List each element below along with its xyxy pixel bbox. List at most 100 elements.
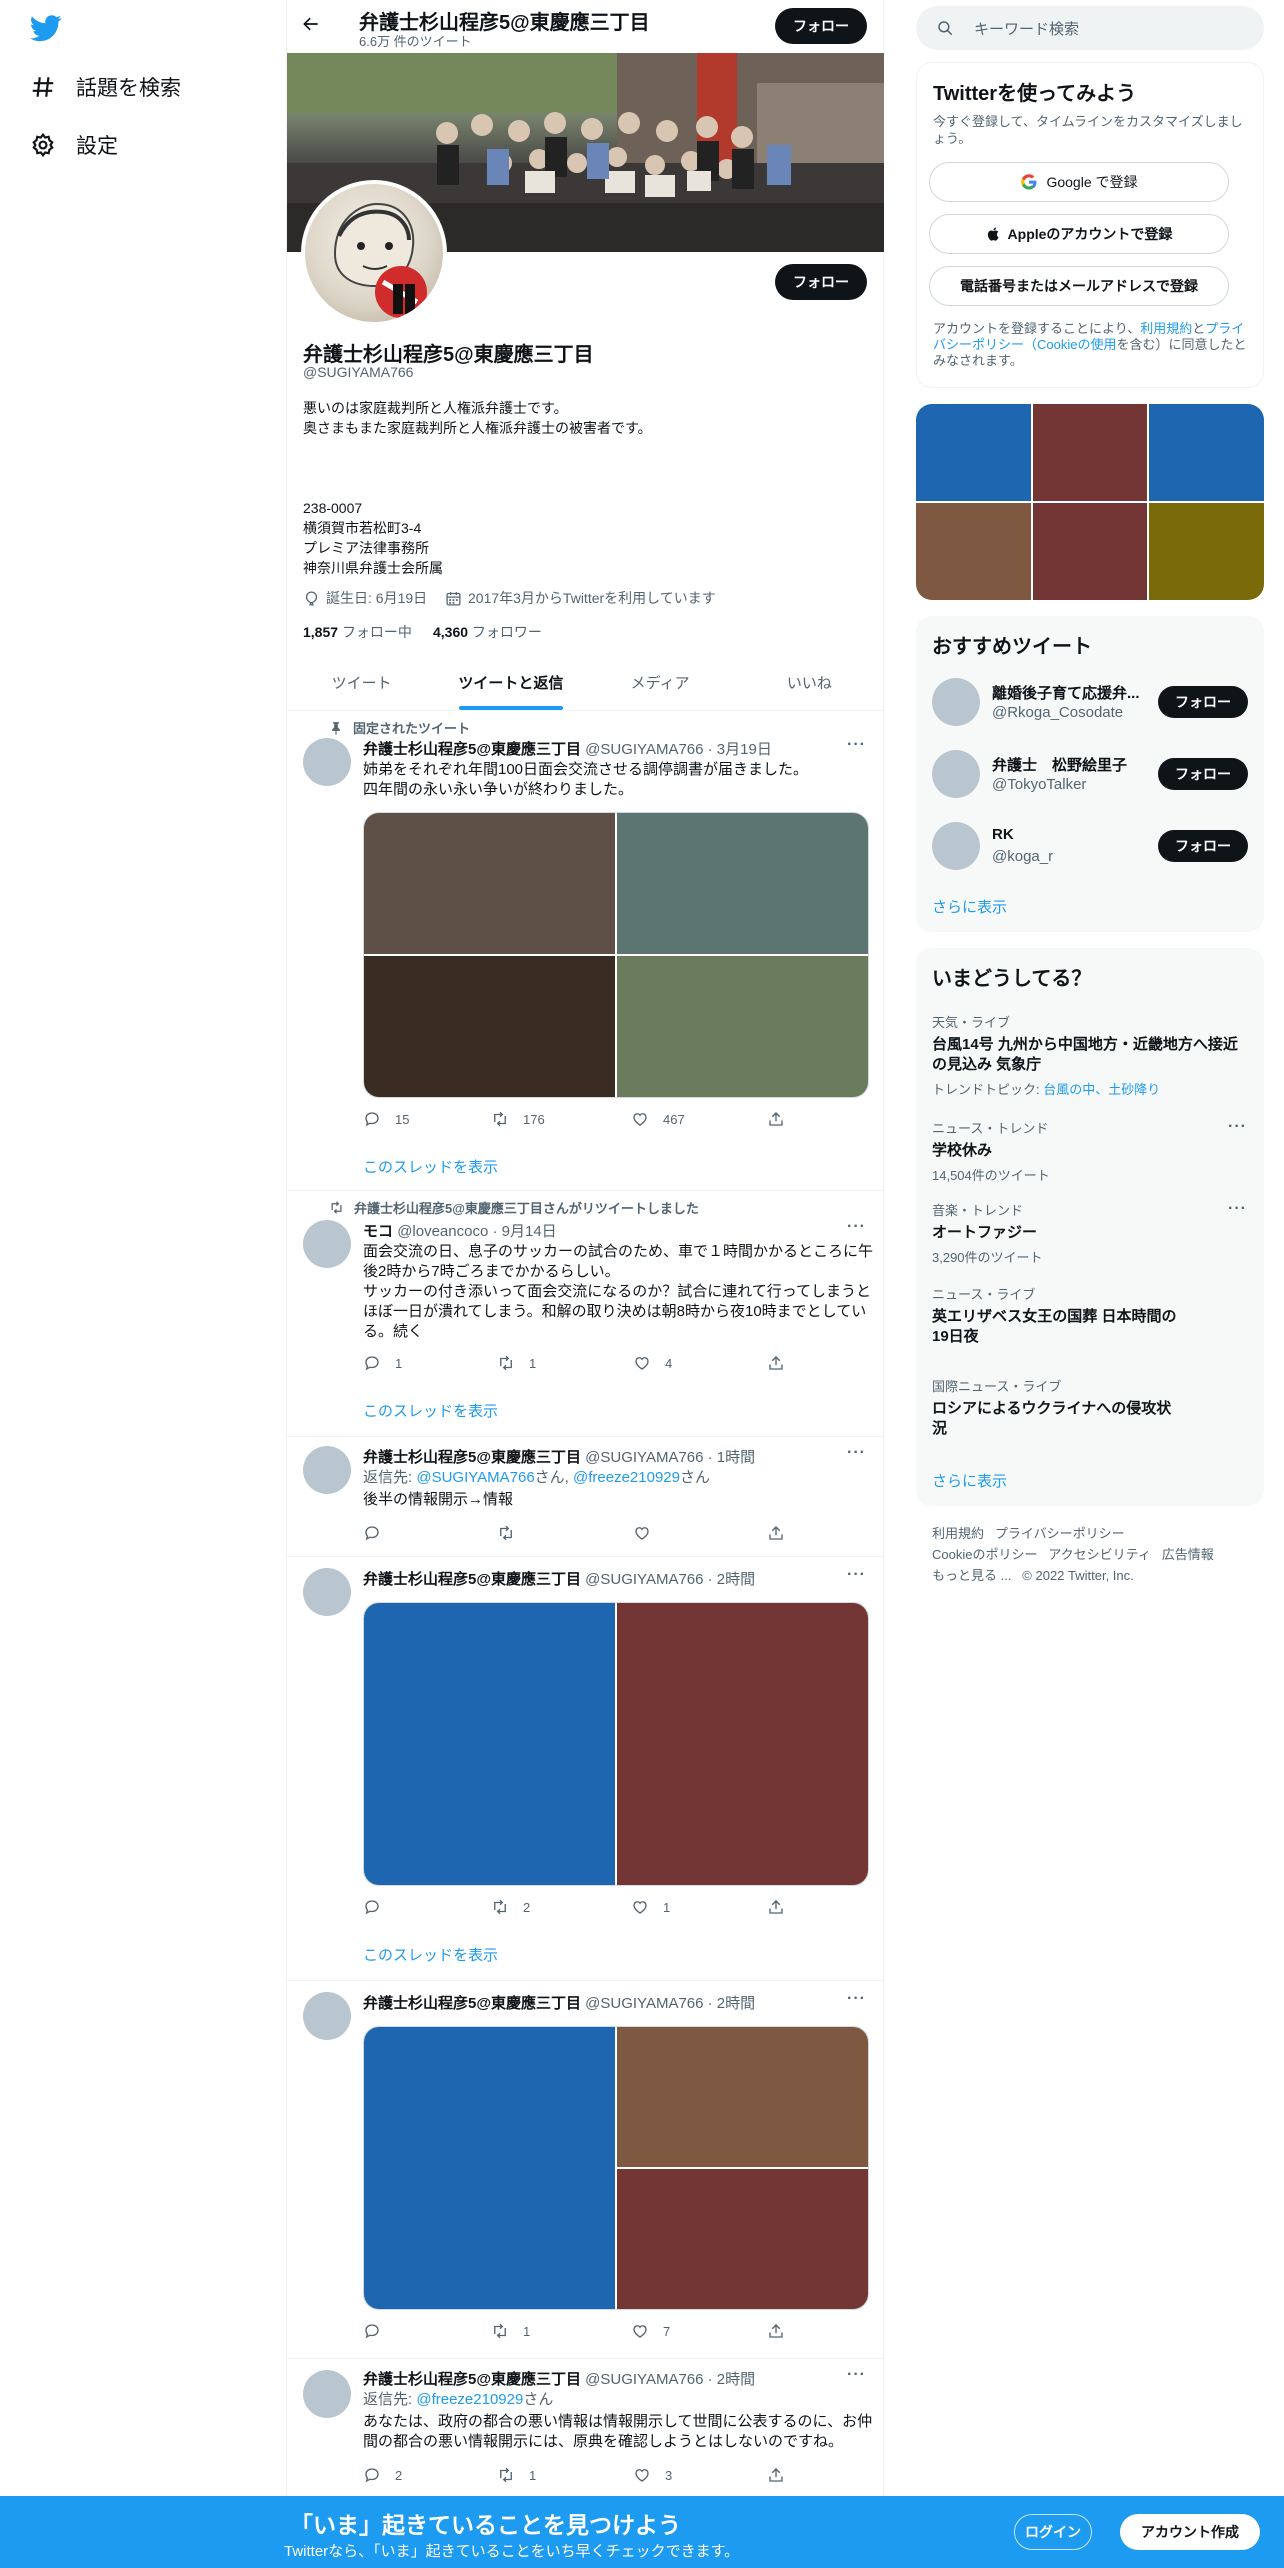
avatar[interactable]	[303, 2370, 351, 2418]
tweet-author[interactable]: 弁護士杉山程彦5@東慶應三丁目 @SUGIYAMA766 · 2時間	[363, 1992, 755, 2013]
more-icon[interactable]: ···	[1228, 1118, 1247, 1136]
header-follow-button[interactable]: フォロー	[775, 8, 867, 44]
like-button[interactable]: 1	[631, 1898, 670, 1916]
tweet-media[interactable]	[363, 812, 869, 1098]
reply-button[interactable]: 1	[363, 1354, 402, 1372]
media-image[interactable]	[617, 2169, 868, 2309]
avatar[interactable]	[303, 1568, 351, 1616]
more-icon[interactable]: ···	[847, 1218, 866, 1236]
media-image[interactable]	[364, 2027, 615, 2309]
footer-privacy-link[interactable]: プライバシーポリシー	[995, 1526, 1125, 1541]
create-account-button[interactable]: アカウント作成	[1120, 2514, 1260, 2550]
login-button[interactable]: ログイン	[1014, 2514, 1092, 2550]
share-button[interactable]	[767, 2322, 799, 2340]
phone-email-signup-button[interactable]: 電話番号またはメールアドレスで登録	[929, 266, 1229, 306]
like-button[interactable]: 467	[631, 1110, 685, 1128]
media-image[interactable]	[364, 1603, 615, 1885]
recommended-item[interactable]: 弁護士 松野絵里子 @TokyoTalker フォロー	[932, 746, 1252, 802]
profile-follow-button[interactable]: フォロー	[775, 264, 867, 300]
share-button[interactable]	[767, 1898, 799, 1916]
mention-link[interactable]: @freeze210929	[416, 2391, 523, 2408]
tab-likes[interactable]: いいね	[735, 655, 884, 710]
footer-accessibility-link[interactable]: アクセシビリティ	[1048, 1547, 1151, 1562]
share-button[interactable]	[767, 2466, 799, 2484]
reply-button[interactable]: 2	[363, 2466, 402, 2484]
follow-button[interactable]: フォロー	[1158, 758, 1248, 790]
reply-button[interactable]	[363, 1898, 395, 1916]
more-icon[interactable]: ···	[847, 2366, 866, 2384]
recommended-item[interactable]: RK @koga_r フォロー	[932, 818, 1252, 874]
media-thumbnail[interactable]	[916, 404, 1031, 501]
footer-ads-link[interactable]: 広告情報	[1162, 1547, 1214, 1562]
search-box[interactable]: キーワード検索	[916, 6, 1264, 50]
media-thumbnail[interactable]	[1032, 503, 1148, 600]
nav-settings[interactable]: 設定	[30, 125, 118, 165]
recommended-more-link[interactable]: さらに表示	[932, 896, 1007, 917]
show-thread-link[interactable]: このスレッドを表示	[363, 1156, 498, 1177]
retweet-button[interactable]: 1	[497, 2466, 536, 2484]
footer-cookie-link[interactable]: Cookieのポリシー	[932, 1547, 1037, 1562]
media-thumbnail[interactable]	[1032, 404, 1148, 501]
trend-item[interactable]: ニュース・ライブ 英エリザベス女王の国葬 日本時間の19日夜	[932, 1284, 1182, 1347]
avatar[interactable]	[303, 1992, 351, 2040]
reply-button[interactable]: 15	[363, 1110, 409, 1128]
follow-button[interactable]: フォロー	[1158, 830, 1248, 862]
back-arrow-icon[interactable]	[301, 14, 325, 38]
profile-avatar[interactable]	[301, 180, 447, 326]
cookie-link[interactable]: （Cookieの使用	[1024, 337, 1116, 352]
trend-item[interactable]: 音楽・トレンド オートファジー 3,290件のツイート	[932, 1200, 1248, 1266]
tweet-author[interactable]: 弁護士杉山程彦5@東慶應三丁目 @SUGIYAMA766 · 2時間	[363, 1568, 755, 1589]
retweet-button[interactable]: 1	[497, 1354, 536, 1372]
show-thread-link[interactable]: このスレッドを表示	[363, 1944, 498, 1965]
like-button[interactable]: 3	[633, 2466, 672, 2484]
like-button[interactable]: 7	[631, 2322, 670, 2340]
mention-link[interactable]: @freeze210929	[573, 1469, 680, 1486]
footer-terms-link[interactable]: 利用規約	[932, 1526, 984, 1541]
show-thread-link[interactable]: このスレッドを表示	[363, 1400, 498, 1421]
retweet-button[interactable]: 176	[491, 1110, 545, 1128]
avatar[interactable]	[932, 678, 980, 726]
tab-tweets[interactable]: ツイート	[287, 655, 436, 710]
share-button[interactable]	[767, 1354, 799, 1372]
trend-item[interactable]: 天気・ライブ 台風14号 九州から中国地方・近畿地方へ接近の見込み 気象庁 トレ…	[932, 1012, 1248, 1098]
avatar[interactable]	[932, 750, 980, 798]
footer-more-link[interactable]: もっと見る ...	[932, 1568, 1011, 1583]
media-thumbnail[interactable]	[916, 503, 1031, 600]
recommended-item[interactable]: 離婚後子育て応援弁... @Rkoga_Cosodate フォロー	[932, 674, 1252, 730]
media-image[interactable]	[364, 956, 615, 1097]
media-image[interactable]	[617, 813, 868, 954]
tweet-media[interactable]	[363, 1602, 869, 1886]
avatar[interactable]	[303, 738, 351, 786]
tab-tweets-and-replies[interactable]: ツイートと返信	[436, 655, 585, 710]
trend-topic-link[interactable]: 台風の中、土砂降り	[1043, 1082, 1160, 1097]
follow-button[interactable]: フォロー	[1158, 686, 1248, 718]
google-signup-button[interactable]: Google で登録	[929, 162, 1229, 202]
retweet-button[interactable]: 2	[491, 1898, 530, 1916]
retweet-button[interactable]: 1	[491, 2322, 530, 2340]
apple-signup-button[interactable]: Appleのアカウントで登録	[929, 214, 1229, 254]
terms-link[interactable]: 利用規約	[1140, 321, 1192, 336]
avatar[interactable]	[303, 1220, 351, 1268]
retweet-button[interactable]	[497, 1524, 529, 1542]
more-icon[interactable]: ···	[847, 1566, 866, 1584]
media-thumbnail[interactable]	[1149, 404, 1264, 501]
avatar[interactable]	[303, 1446, 351, 1494]
media-image[interactable]	[617, 956, 868, 1097]
more-icon[interactable]: ···	[1228, 1200, 1247, 1218]
trend-item[interactable]: 国際ニュース・ライブ ロシアによるウクライナへの侵攻状況	[932, 1376, 1182, 1439]
tweet-author[interactable]: 弁護士杉山程彦5@東慶應三丁目 @SUGIYAMA766 · 1時間	[363, 1446, 755, 1467]
like-button[interactable]	[633, 1524, 665, 1542]
twitter-logo-icon[interactable]	[30, 12, 66, 48]
trend-item[interactable]: ニュース・トレンド 学校休み 14,504件のツイート	[932, 1118, 1248, 1184]
more-icon[interactable]: ···	[847, 1444, 866, 1462]
tweet-author[interactable]: モコ @loveancoco · 9月14日	[363, 1220, 557, 1241]
following-link[interactable]: 1,857 フォロー中	[303, 622, 412, 642]
media-image[interactable]	[364, 813, 615, 954]
trends-more-link[interactable]: さらに表示	[932, 1470, 1007, 1491]
tweet-author[interactable]: 弁護士杉山程彦5@東慶應三丁目 @SUGIYAMA766 · 3月19日	[363, 738, 772, 759]
more-icon[interactable]: ···	[847, 1990, 866, 2008]
like-button[interactable]: 4	[633, 1354, 672, 1372]
tweet-author[interactable]: 弁護士杉山程彦5@東慶應三丁目 @SUGIYAMA766 · 2時間	[363, 2368, 755, 2389]
nav-explore[interactable]: 話題を検索	[30, 67, 181, 107]
reply-button[interactable]	[363, 1524, 395, 1542]
